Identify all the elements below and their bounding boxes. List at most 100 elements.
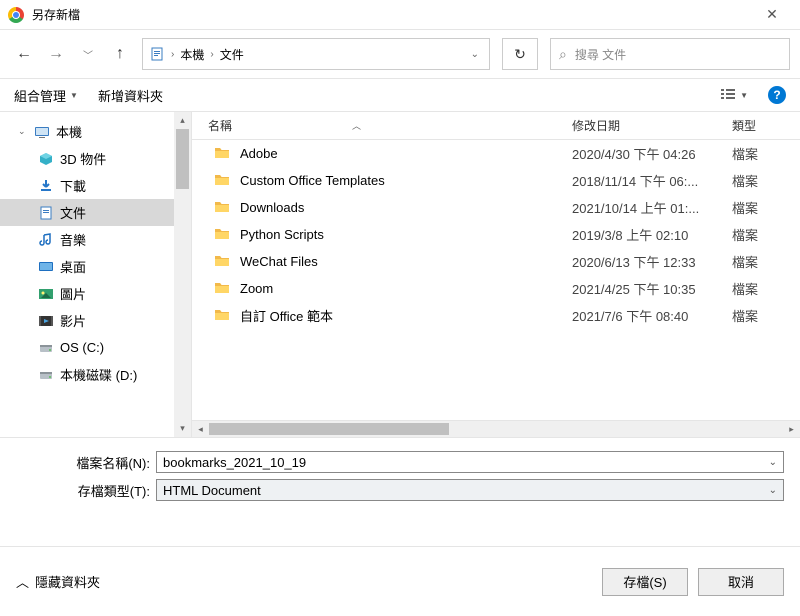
chevron-down-icon[interactable]: ⌄	[769, 457, 777, 468]
file-name: Adobe	[240, 146, 278, 161]
document-icon	[38, 205, 54, 221]
close-icon[interactable]: ✕	[752, 6, 792, 23]
download-icon	[38, 178, 54, 194]
sidebar-item-label: 音樂	[60, 230, 86, 249]
view-mode-button[interactable]: ▼	[720, 88, 748, 102]
chevron-down-icon: ▼	[740, 91, 748, 100]
file-row[interactable]: Python Scripts2019/3/8 上午 02:10檔案	[192, 221, 800, 248]
sidebar-item-label: 下載	[60, 176, 86, 195]
folder-icon	[214, 280, 230, 297]
new-folder-button[interactable]: 新增資料夾	[98, 86, 163, 105]
sidebar-item-4[interactable]: 桌面	[0, 253, 191, 280]
sidebar-item-label: 圖片	[60, 284, 86, 303]
file-row[interactable]: Custom Office Templates2018/11/14 下午 06:…	[192, 167, 800, 194]
scrollbar-thumb[interactable]	[209, 423, 449, 435]
file-type: 檔案	[732, 198, 800, 217]
sidebar-item-6[interactable]: 影片	[0, 307, 191, 334]
folder-icon	[214, 172, 230, 189]
file-type: 檔案	[732, 279, 800, 298]
sort-asc-icon: ︿	[352, 119, 361, 132]
music-icon	[38, 232, 54, 248]
chevron-right-icon: ›	[210, 49, 213, 60]
file-name: Custom Office Templates	[240, 173, 385, 188]
sidebar-item-label: 文件	[60, 203, 86, 222]
column-name[interactable]: 名稱 ︿	[192, 117, 572, 134]
disk-icon	[38, 340, 54, 356]
file-type: 檔案	[732, 252, 800, 271]
sidebar-item-5[interactable]: 圖片	[0, 280, 191, 307]
file-date: 2020/4/30 下午 04:26	[572, 144, 732, 163]
forward-button: →	[42, 40, 70, 68]
breadcrumb[interactable]: › 本機 › 文件 ⌄	[142, 38, 490, 70]
file-name: Zoom	[240, 281, 273, 296]
file-type: 檔案	[732, 306, 800, 325]
help-button[interactable]: ?	[768, 86, 786, 104]
filetype-label: 存檔類型(T):	[16, 481, 150, 500]
file-date: 2019/3/8 上午 02:10	[572, 225, 732, 244]
window-title: 另存新檔	[32, 6, 752, 23]
folder-icon	[214, 199, 230, 216]
up-button[interactable]: ↑	[106, 40, 134, 68]
sidebar-item-label: 桌面	[60, 257, 86, 276]
scroll-right-icon[interactable]: ▸	[783, 424, 800, 435]
sidebar-scrollbar[interactable]: ▴ ▾	[174, 112, 191, 437]
sidebar-item-3[interactable]: 音樂	[0, 226, 191, 253]
search-icon: ⌕	[559, 46, 567, 63]
chevron-down-icon: ▼	[70, 91, 78, 100]
sidebar-item-label: 3D 物件	[60, 149, 106, 168]
filetype-select[interactable]: HTML Document ⌄	[156, 479, 784, 501]
folder-icon	[214, 226, 230, 243]
horizontal-scrollbar[interactable]: ◂ ▸	[192, 420, 800, 437]
scroll-down-icon[interactable]: ▾	[174, 420, 191, 437]
filename-input[interactable]: bookmarks_2021_10_19 ⌄	[156, 451, 784, 473]
file-pane: 名稱 ︿ 修改日期 類型 Adobe2020/4/30 下午 04:26檔案Cu…	[192, 112, 800, 437]
file-row[interactable]: WeChat Files2020/6/13 下午 12:33檔案	[192, 248, 800, 275]
column-date[interactable]: 修改日期	[572, 117, 732, 134]
recent-dropdown-icon[interactable]: ﹀	[74, 40, 102, 68]
footer: ︿ 隱藏資料夾 存檔(S) 取消	[0, 546, 800, 616]
file-row[interactable]: Downloads2021/10/14 上午 01:...檔案	[192, 194, 800, 221]
folder-icon	[214, 307, 230, 324]
refresh-button[interactable]: ↻	[502, 38, 538, 70]
file-name: Python Scripts	[240, 227, 324, 242]
save-form: 檔案名稱(N): bookmarks_2021_10_19 ⌄ 存檔類型(T):…	[0, 437, 800, 510]
sidebar-item-2[interactable]: 文件	[0, 199, 191, 226]
chevron-up-icon: ︿	[16, 572, 29, 591]
hide-folders-toggle[interactable]: ︿ 隱藏資料夾	[16, 572, 100, 591]
file-type: 檔案	[732, 171, 800, 190]
toolbar: 組合管理 ▼ 新增資料夾 ▼ ?	[0, 78, 800, 112]
save-button[interactable]: 存檔(S)	[602, 568, 688, 596]
cube-icon	[38, 151, 54, 167]
back-button[interactable]: ←	[10, 40, 38, 68]
cancel-button[interactable]: 取消	[698, 568, 784, 596]
address-dropdown-icon[interactable]: ⌄	[467, 49, 483, 60]
sidebar-item-7[interactable]: OS (C:)	[0, 334, 191, 361]
search-input[interactable]: ⌕ 搜尋 文件	[550, 38, 790, 70]
scroll-left-icon[interactable]: ◂	[192, 424, 209, 435]
file-name: 自訂 Office 範本	[240, 306, 333, 325]
file-row[interactable]: 自訂 Office 範本2021/7/6 下午 08:40檔案	[192, 302, 800, 329]
sidebar-item-label: OS (C:)	[60, 340, 104, 355]
organize-button[interactable]: 組合管理 ▼	[14, 86, 78, 105]
document-icon	[149, 46, 165, 62]
tree: ⌄ 本機 3D 物件下載文件音樂桌面圖片影片 OS (C:) 本機磁碟 (D:)	[0, 112, 191, 394]
file-date: 2021/10/14 上午 01:...	[572, 198, 732, 217]
file-row[interactable]: Zoom 2021/4/25 下午 10:35檔案	[192, 275, 800, 302]
explorer-body: ⌄ 本機 3D 物件下載文件音樂桌面圖片影片 OS (C:) 本機磁碟 (D:) ▴…	[0, 112, 800, 437]
scroll-up-icon[interactable]: ▴	[174, 112, 191, 129]
file-date: 2020/6/13 下午 12:33	[572, 252, 732, 271]
chevron-down-icon[interactable]: ⌄	[769, 485, 777, 496]
crumb-root[interactable]: 本機	[180, 46, 204, 63]
column-type[interactable]: 類型	[732, 117, 800, 134]
sidebar-item-0[interactable]: 3D 物件	[0, 145, 191, 172]
titlebar: 另存新檔 ✕	[0, 0, 800, 30]
sidebar-item-1[interactable]: 下載	[0, 172, 191, 199]
crumb-current[interactable]: 文件	[220, 46, 244, 63]
collapse-icon[interactable]: ⌄	[18, 126, 28, 137]
file-row[interactable]: Adobe2020/4/30 下午 04:26檔案	[192, 140, 800, 167]
tree-root[interactable]: ⌄ 本機	[0, 118, 191, 145]
folder-icon	[214, 145, 230, 162]
scrollbar-thumb[interactable]	[176, 129, 189, 189]
file-date: 2021/4/25 下午 10:35	[572, 279, 732, 298]
sidebar-item-8[interactable]: 本機磁碟 (D:)	[0, 361, 191, 388]
